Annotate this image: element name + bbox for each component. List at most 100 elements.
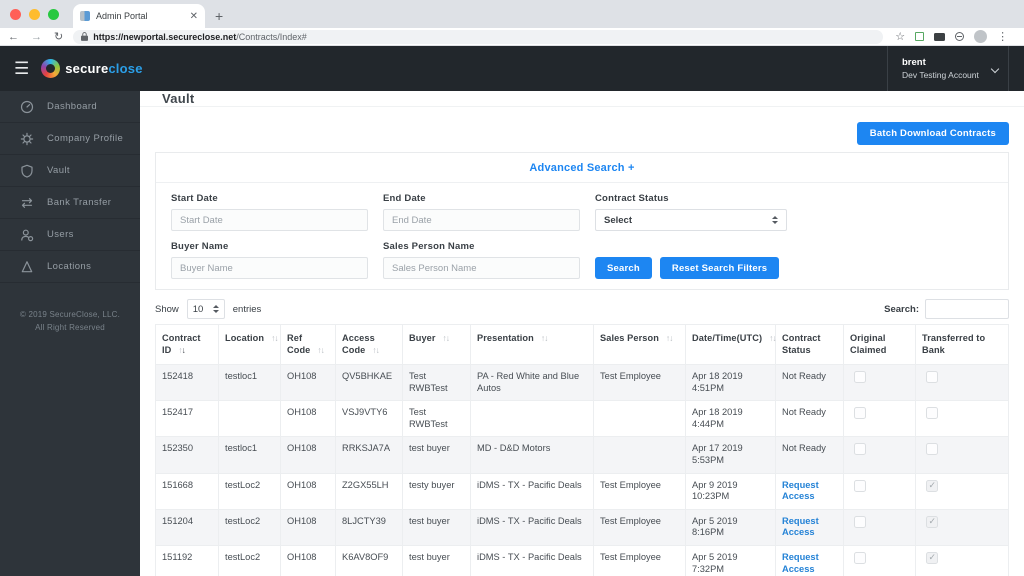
account-user-name: brent <box>902 57 926 68</box>
transferred-to-bank-checkbox[interactable] <box>926 515 938 528</box>
user-gear-icon <box>20 228 34 242</box>
account-name: Dev Testing Account <box>902 70 979 80</box>
browser-menu-icon[interactable]: ⋮ <box>997 30 1008 43</box>
cell-datetime: Apr 18 2019 4:44PM <box>685 400 776 438</box>
sidebar-item-users[interactable]: Users <box>0 219 140 251</box>
cell-contract-status[interactable]: Request Access <box>775 472 844 510</box>
cell-transferred-to-bank <box>915 436 1009 474</box>
browser-profile-avatar[interactable] <box>974 30 988 43</box>
table-search-input[interactable] <box>925 299 1009 319</box>
window-close-button[interactable] <box>10 8 21 20</box>
page-size-select[interactable]: 10 <box>186 299 225 319</box>
start-date-input[interactable] <box>171 209 368 231</box>
sort-arrows-icon: ↑↓ <box>271 333 279 343</box>
sidebar-item-vault[interactable]: Vault <box>0 155 140 187</box>
cell-original-claimed <box>843 436 916 474</box>
sidebar-item-company-profile[interactable]: Company Profile <box>0 123 140 155</box>
extension-monitor-icon[interactable] <box>934 32 946 41</box>
secureclose-logo[interactable]: secureclose <box>41 59 142 78</box>
column-header[interactable]: Location ↑↓ <box>218 324 281 365</box>
request-access-link[interactable]: Request Access <box>782 516 819 538</box>
tab-close-icon[interactable]: ✕ <box>190 11 198 22</box>
column-header[interactable]: Contract ID ↑↓ <box>155 324 219 365</box>
sidebar-item-dashboard[interactable]: Dashboard <box>0 91 140 123</box>
cell-access-code: QV5BHKAE <box>335 363 403 402</box>
cell-contract-status[interactable]: Request Access <box>775 544 844 576</box>
cell-contract-status: Not Ready <box>775 436 844 474</box>
sidebar-item-label: Company Profile <box>47 133 124 144</box>
cell-contract-status[interactable]: Request Access <box>775 508 844 546</box>
end-date-input[interactable] <box>383 209 580 231</box>
cell-access-code: 8LJCTY39 <box>335 508 403 546</box>
original-claimed-checkbox[interactable] <box>854 370 866 383</box>
sales-person-name-input[interactable] <box>383 257 580 279</box>
original-claimed-checkbox[interactable] <box>854 407 866 420</box>
column-header[interactable]: Sales Person ↑↓ <box>593 324 686 365</box>
cell-transferred-to-bank <box>915 472 1009 510</box>
cell-presentation: MD - D&D Motors <box>470 436 594 474</box>
cell-transferred-to-bank <box>915 400 1009 438</box>
column-header-label: Access Code <box>342 333 375 356</box>
sidebar-item-bank-transfer[interactable]: Bank Transfer <box>0 187 140 219</box>
transferred-to-bank-checkbox[interactable] <box>926 443 938 456</box>
reset-search-filters-button[interactable]: Reset Search Filters <box>659 257 780 279</box>
column-header: Transferred to Bank <box>915 324 1009 365</box>
cell-ref-code: OH108 <box>280 400 336 438</box>
cell-location: testloc1 <box>218 436 281 474</box>
forward-icon[interactable]: → <box>31 31 42 43</box>
original-claimed-checkbox[interactable] <box>854 479 866 492</box>
bookmark-star-icon[interactable]: ☆ <box>895 30 905 43</box>
transferred-to-bank-checkbox[interactable] <box>926 479 938 492</box>
gear-icon <box>20 132 34 146</box>
column-header[interactable]: Buyer ↑↓ <box>402 324 471 365</box>
sort-arrows-icon: ↑↓ <box>178 345 186 356</box>
refresh-icon[interactable]: ↻ <box>54 30 63 43</box>
show-label: Show <box>155 303 179 315</box>
sort-arrows-icon: ↑↓ <box>442 333 451 343</box>
column-header: Contract Status <box>775 324 844 365</box>
window-zoom-button[interactable] <box>48 8 59 20</box>
column-header[interactable]: Date/Time(UTC) ↑↓ <box>685 324 777 365</box>
hamburger-menu-icon[interactable]: ☰ <box>0 59 29 79</box>
chevron-down-icon <box>990 64 1000 73</box>
cell-sales-person: Test Employee <box>593 363 686 402</box>
cell-sales-person: Test Employee <box>593 472 686 510</box>
cell-transferred-to-bank <box>915 508 1009 546</box>
cell-presentation: iDMS - TX - Pacific Deals <box>470 544 594 576</box>
column-header[interactable]: Access Code ↑↓ <box>335 324 403 365</box>
cell-presentation: iDMS - TX - Pacific Deals <box>470 508 594 546</box>
cell-original-claimed <box>843 508 916 546</box>
back-icon[interactable]: ← <box>8 31 19 43</box>
search-button[interactable]: Search <box>595 257 652 279</box>
request-access-link[interactable]: Request Access <box>782 480 819 502</box>
browser-tab[interactable]: Admin Portal ✕ <box>73 4 205 28</box>
transferred-to-bank-checkbox[interactable] <box>926 370 938 383</box>
column-header-label: Buyer <box>409 333 436 343</box>
batch-download-contracts-button[interactable]: Batch Download Contracts <box>856 122 1009 145</box>
account-menu[interactable]: brent Dev Testing Account <box>887 46 1009 91</box>
advanced-search-toggle[interactable]: Advanced Search + <box>156 153 1008 182</box>
sidebar-item-locations[interactable]: Locations <box>0 251 140 283</box>
new-tab-button[interactable]: + <box>215 8 223 24</box>
original-claimed-checkbox[interactable] <box>854 515 866 528</box>
extension-circle-icon[interactable] <box>955 32 965 41</box>
transferred-to-bank-checkbox[interactable] <box>926 551 938 564</box>
original-claimed-checkbox[interactable] <box>854 551 866 564</box>
original-claimed-checkbox[interactable] <box>854 443 866 456</box>
address-bar[interactable]: https://newportal.secureclose.net/Contra… <box>73 29 884 44</box>
extension-frame-icon[interactable] <box>915 32 925 41</box>
window-minimize-button[interactable] <box>29 8 40 20</box>
cell-contract-id: 151668 <box>155 472 219 510</box>
cell-contract-id: 152418 <box>155 363 219 402</box>
request-access-link[interactable]: Request Access <box>782 552 819 574</box>
column-header[interactable]: Ref Code ↑↓ <box>280 324 336 365</box>
transferred-to-bank-checkbox[interactable] <box>926 407 938 420</box>
buyer-name-input[interactable] <box>171 257 368 279</box>
column-header[interactable]: Presentation ↑↓ <box>470 324 594 365</box>
contract-status-label: Contract Status <box>595 193 669 204</box>
cell-ref-code: OH108 <box>280 436 336 474</box>
contract-status-select[interactable]: Select <box>595 209 787 231</box>
cell-datetime: Apr 18 2019 4:51PM <box>685 363 776 402</box>
cell-sales-person: Test Employee <box>593 544 686 576</box>
app-header: ☰ secureclose brent Dev Testing Account <box>0 46 1024 91</box>
